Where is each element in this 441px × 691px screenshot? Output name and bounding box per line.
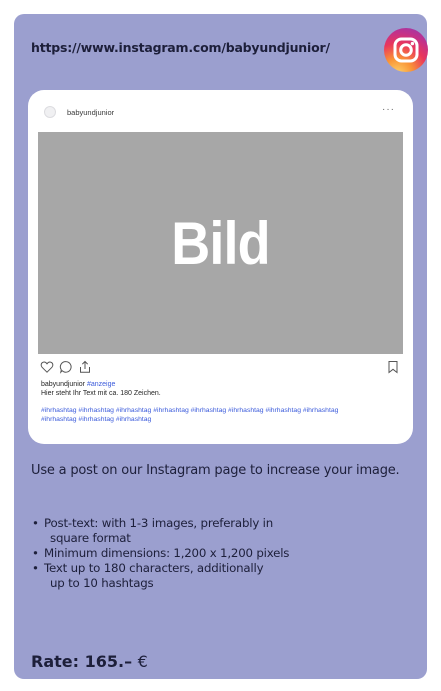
currency-symbol: € [137,652,148,671]
requirements-list: • Post-text: with 1-3 images, preferably… [32,516,417,591]
post-hashtags: #ihrhashtag #ihrhashtag #ihrhashtag #ihr… [41,406,401,424]
image-placeholder-label: Bild [171,209,270,277]
list-item-text-continued: square format [50,531,131,545]
comment-icon[interactable] [59,360,73,374]
list-item-text-continued: up to 10 hashtags [50,576,154,590]
caption-hashtag[interactable]: #anzeige [87,381,115,388]
share-icon[interactable] [78,360,92,374]
hashtags-line-2[interactable]: #ihrhashtag #ihrhashtag #ihrhashtag [41,416,151,423]
instagram-offer-card: https://www.instagram.com/babyundjunior/… [14,14,428,679]
instagram-url[interactable]: https://www.instagram.com/babyundjunior/ [31,40,330,55]
caption-text: Hier steht Ihr Text mit ca. 180 Zeichen. [41,390,161,397]
instagram-logo-icon [384,28,428,72]
list-item-text: Post-text: with 1-3 images, preferably i… [44,516,274,530]
list-item: • Post-text: with 1-3 images, preferably… [32,516,417,546]
bullet-icon: • [32,561,39,575]
post-header: babyundjunior ··· [28,90,413,130]
post-caption: babyundjunior #anzeige Hier steht Ihr Te… [41,380,401,398]
post-actions [40,360,400,376]
post-image-placeholder: Bild [38,132,403,354]
list-item: • Text up to 180 characters, additionall… [32,561,417,591]
rate-label: Rate: 165.– [31,652,133,671]
price-rate: Rate: 165.– € [31,652,148,671]
bullet-icon: • [32,546,39,560]
bullet-icon: • [32,516,39,530]
list-item-text: Minimum dimensions: 1,200 x 1,200 pixels [44,546,290,560]
heart-icon[interactable] [40,360,54,374]
offer-description: Use a post on our Instagram page to incr… [31,463,400,478]
list-item-text: Text up to 180 characters, additionally [44,561,264,575]
ellipsis-icon[interactable]: ··· [382,104,395,115]
post-username[interactable]: babyundjunior [67,108,114,117]
list-item: • Minimum dimensions: 1,200 x 1,200 pixe… [32,546,417,561]
avatar[interactable] [44,106,56,118]
caption-username[interactable]: babyundjunior [41,381,85,388]
hashtags-line-1[interactable]: #ihrhashtag #ihrhashtag #ihrhashtag #ihr… [41,407,338,414]
bookmark-icon[interactable] [386,360,400,374]
instagram-post-preview: babyundjunior ··· Bild babyundjunior #an… [28,90,413,444]
